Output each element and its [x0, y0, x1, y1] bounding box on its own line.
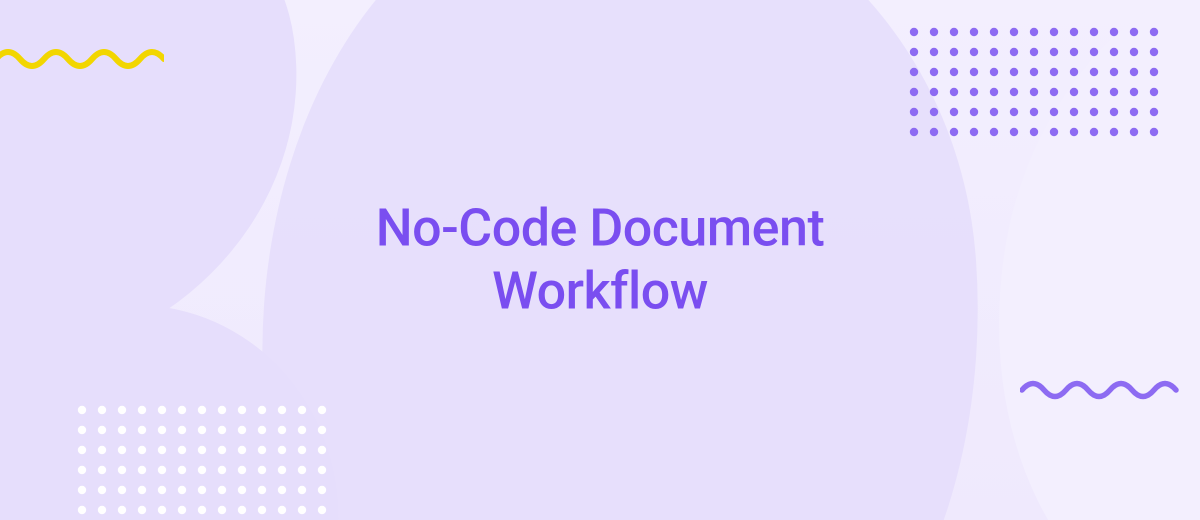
squiggle-icon: [0, 44, 164, 78]
dot-grid-icon: [908, 26, 1168, 142]
headline-text: No-Code Document Workflow: [300, 197, 900, 324]
squiggle-icon: [1020, 376, 1180, 408]
dot-grid-icon: [76, 404, 336, 520]
